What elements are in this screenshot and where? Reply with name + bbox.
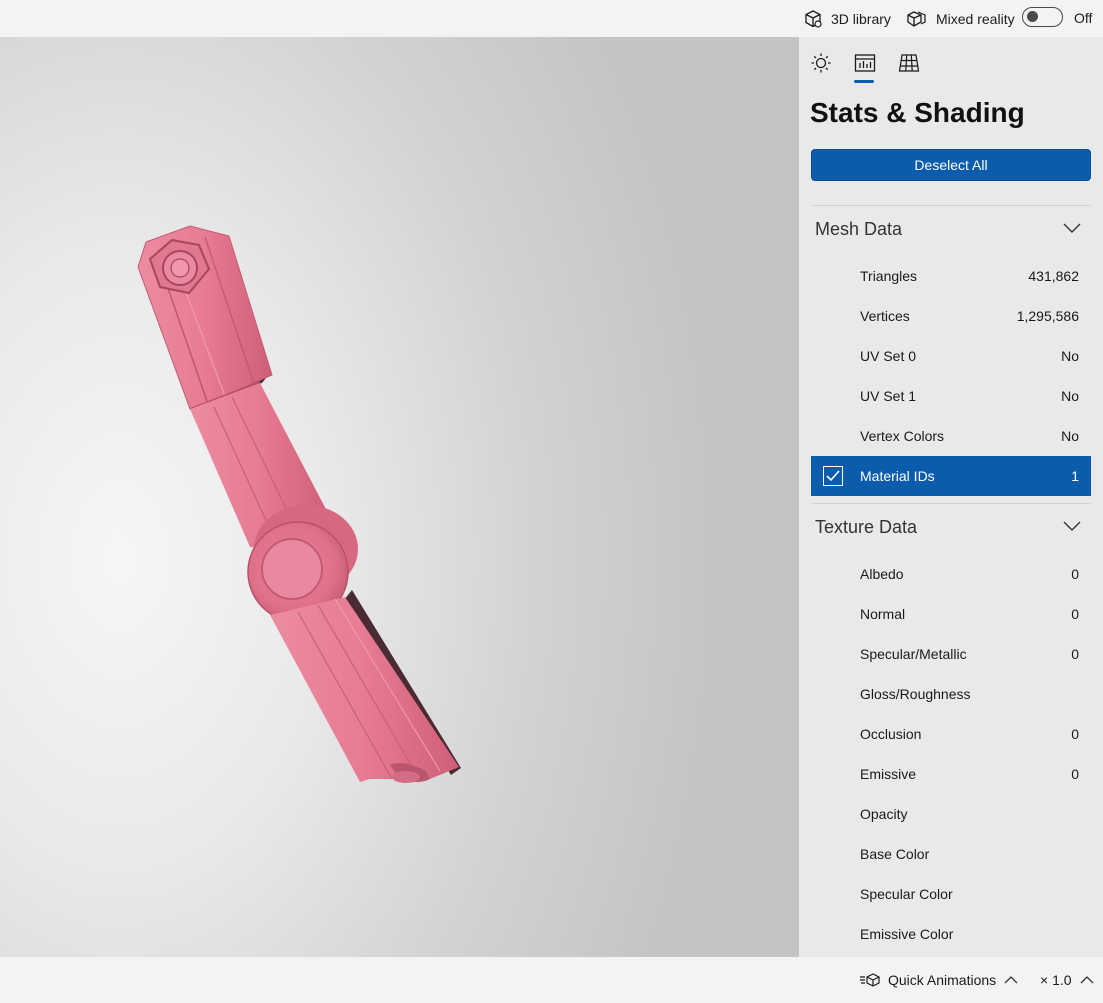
3d-library-label: 3D library	[831, 10, 891, 27]
3d-model[interactable]	[0, 37, 799, 957]
texture-data-header[interactable]: Texture Data	[799, 507, 1103, 547]
speed-button[interactable]: × 1.0	[1040, 957, 1094, 1003]
stat-value: 431,862	[1028, 268, 1079, 284]
stat-row[interactable]: UV Set 1 No	[811, 376, 1091, 416]
bottom-bar: Quick Animations × 1.0	[0, 957, 1103, 1003]
grid-icon	[898, 54, 920, 72]
stat-row[interactable]: Opacity	[811, 794, 1091, 834]
stat-label: Occlusion	[860, 726, 922, 742]
sun-icon	[811, 53, 831, 73]
top-bar: 3D library Mixed reality Off	[0, 0, 1103, 37]
stat-row[interactable]: Material IDs 1	[811, 456, 1091, 496]
stat-label: Emissive	[860, 766, 917, 782]
stat-value: 0	[1071, 646, 1079, 662]
stats-icon	[854, 54, 876, 72]
toggle-knob	[1027, 11, 1038, 22]
tab-grid[interactable]	[897, 51, 921, 75]
stat-value: 1	[1071, 468, 1079, 484]
page-title: Stats & Shading	[810, 97, 1025, 128]
stat-label: UV Set 0	[860, 348, 917, 364]
stat-value: 1,295,586	[1016, 308, 1079, 324]
chevron-up-icon	[1004, 976, 1018, 984]
stat-row[interactable]: Vertex Colors No	[811, 416, 1091, 456]
stat-value: 0	[1071, 606, 1079, 622]
stat-label: Opacity	[860, 806, 908, 822]
chevron-down-icon[interactable]	[1063, 520, 1081, 532]
stat-label: Normal	[860, 606, 906, 622]
stat-label: Base Color	[860, 846, 930, 862]
deselect-all-button[interactable]: Deselect All	[811, 149, 1091, 181]
stat-row[interactable]: Emissive Color	[811, 914, 1091, 954]
stat-row[interactable]: Vertices 1,295,586	[811, 296, 1091, 336]
chevron-up-icon	[1080, 976, 1093, 984]
stat-row[interactable]: Specular Color	[811, 874, 1091, 914]
stat-label: Triangles	[860, 268, 918, 284]
stat-row[interactable]: Normal 0	[811, 594, 1091, 634]
stat-label: Material IDs	[860, 468, 935, 484]
stat-row[interactable]: Specular/Metallic 0	[811, 634, 1091, 674]
mesh-data-title: Mesh Data	[815, 219, 903, 239]
stat-row[interactable]: Gloss/Roughness	[811, 674, 1091, 714]
stat-row[interactable]: Emissive 0	[811, 754, 1091, 794]
divider	[811, 503, 1091, 504]
stat-row[interactable]: Base Color	[811, 834, 1091, 874]
checkbox[interactable]	[823, 466, 843, 486]
speed-label: × 1.0	[1040, 972, 1072, 988]
texture-data-title: Texture Data	[815, 517, 918, 537]
stat-label: UV Set 1	[860, 388, 917, 404]
stat-value: 0	[1071, 726, 1079, 742]
quick-animations-label: Quick Animations	[888, 972, 997, 988]
mixed-reality-toggle[interactable]	[1022, 7, 1063, 27]
checkmark-icon	[826, 470, 840, 482]
mixed-reality-button[interactable]: Mixed reality	[906, 0, 1015, 37]
stat-value: No	[1061, 388, 1079, 404]
stat-value: 0	[1071, 566, 1079, 582]
chevron-down-icon[interactable]	[1063, 222, 1081, 234]
stat-label: Vertex Colors	[860, 428, 945, 444]
divider	[811, 205, 1091, 206]
stat-row[interactable]: Triangles 431,862	[811, 256, 1091, 296]
stat-row[interactable]: Occlusion 0	[811, 714, 1091, 754]
mesh-data-header[interactable]: Mesh Data	[799, 209, 1103, 249]
stat-row[interactable]: UV Set 0 No	[811, 336, 1091, 376]
mixed-reality-icon	[907, 10, 926, 27]
stat-value: No	[1061, 348, 1079, 364]
animation-icon	[860, 973, 880, 987]
3d-library-button[interactable]: 3D library	[803, 0, 891, 37]
stat-value: No	[1061, 428, 1079, 444]
stat-label: Specular Color	[860, 886, 953, 902]
stat-label: Specular/Metallic	[860, 646, 967, 662]
stat-label: Emissive Color	[860, 926, 954, 942]
3d-viewport[interactable]	[0, 37, 799, 957]
stat-label: Vertices	[860, 308, 910, 324]
tab-stats[interactable]	[853, 51, 877, 75]
stats-panel: Stats & Shading Deselect All Mesh Data T…	[799, 37, 1103, 957]
cube-icon	[805, 9, 822, 28]
tab-lighting[interactable]	[809, 51, 833, 75]
mixed-reality-label: Mixed reality	[936, 10, 1015, 27]
active-tab-indicator	[854, 80, 874, 83]
quick-animations-button[interactable]: Quick Animations	[859, 957, 1018, 1003]
stat-value: 0	[1071, 766, 1079, 782]
stat-label: Albedo	[860, 566, 904, 582]
stat-row[interactable]: Albedo 0	[811, 554, 1091, 594]
stat-label: Gloss/Roughness	[860, 686, 971, 702]
toggle-state-label: Off	[1074, 10, 1093, 26]
